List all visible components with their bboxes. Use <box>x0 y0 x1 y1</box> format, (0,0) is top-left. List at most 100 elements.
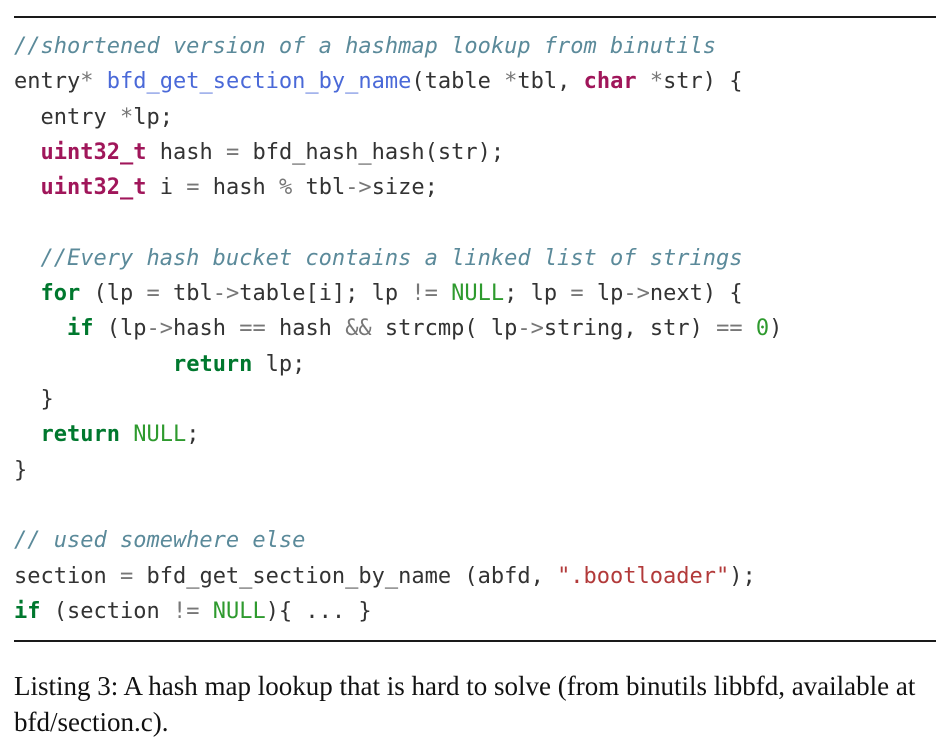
code-token-plain: section <box>14 563 120 589</box>
code-token-constant: NULL <box>133 422 187 448</box>
code-token-plain: lp <box>583 281 624 307</box>
code-token-operator: = <box>186 175 200 201</box>
code-token-keyword: return <box>40 422 120 448</box>
code-token-plain: tbl, <box>517 69 584 95</box>
code-token-plain: ); <box>729 563 756 589</box>
code-token-string: ".bootloader" <box>557 563 730 589</box>
code-token-operator: -> <box>623 281 650 307</box>
code-token-operator: == <box>239 316 266 342</box>
code-token-operator: == <box>716 316 743 342</box>
code-token-plain: lp; <box>133 104 173 130</box>
code-line: return lp; <box>14 350 305 380</box>
code-token-operator: -> <box>212 281 240 307</box>
code-token-plain: hash <box>146 139 226 165</box>
code-token-plain: str) { <box>663 69 743 95</box>
code-line: } <box>14 385 54 415</box>
code-line: //shortened version of a hashmap lookup … <box>14 32 716 62</box>
code-token-plain: hash <box>199 175 279 201</box>
code-token-operator: -> <box>146 316 173 342</box>
code-token-operator: != <box>411 281 438 307</box>
code-line: //Every hash bucket contains a linked li… <box>14 244 742 274</box>
code-token-plain: (section <box>40 598 173 624</box>
code-line: uint32_t hash = bfd_hash_hash(str); <box>14 138 505 168</box>
code-token-plain: strcmp( lp <box>371 316 518 342</box>
code-token-type: uint32_t <box>40 175 147 201</box>
code-token-operator: = <box>225 139 240 165</box>
code-token-plain: i <box>146 175 187 201</box>
code-token-plain: ; <box>186 422 200 448</box>
code-line: entry *lp; <box>14 103 173 133</box>
listing-caption: Listing 3: A hash map lookup that is har… <box>14 671 916 737</box>
code-token-plain: (lp <box>80 281 147 307</box>
code-token-keyword: if <box>66 316 94 342</box>
code-line: // used somewhere else <box>14 526 305 556</box>
code-token-plain: bfd_hash_hash(str); <box>239 139 505 165</box>
code-token-operator: % <box>278 175 293 201</box>
code-token-operator: * <box>119 104 134 130</box>
code-token-comment: //Every hash bucket contains a linked li… <box>14 245 743 271</box>
code-line: section = bfd_get_section_by_name (abfd,… <box>14 562 756 592</box>
code-token-plain: ){ ... } <box>265 598 372 624</box>
code-token-comment: //shortened version of a hashmap lookup … <box>14 34 716 59</box>
code-token-operator: * <box>80 69 94 95</box>
code-token-plain: entry <box>14 104 120 130</box>
code-token-plain: string, str) <box>543 316 717 342</box>
code-token-plain: hash <box>265 316 346 342</box>
code-token-plain: tbl <box>159 281 213 307</box>
code-token-plain: } <box>14 457 28 483</box>
code-token-operator: = <box>146 281 160 307</box>
code-token-plain: bfd_get_section_by_name (abfd, <box>133 563 558 589</box>
code-token-plain: next) { <box>649 281 743 307</box>
code-token-operator: * <box>504 69 518 95</box>
code-token-keyword: return <box>172 351 253 377</box>
code-line: return NULL; <box>14 420 200 450</box>
code-line: uint32_t i = hash % tbl->size; <box>14 173 438 203</box>
code-line: entry* bfd_get_section_by_name(table *tb… <box>14 67 743 97</box>
code-token-operator: = <box>119 563 134 589</box>
code-token-operator: -> <box>345 175 372 201</box>
code-token-plain: table[i]; lp <box>239 281 412 307</box>
code-token-plain: hash <box>172 316 240 342</box>
code-token-operator: * <box>649 69 664 95</box>
code-line: if (lp->hash == hash && strcmp( lp->stri… <box>14 314 782 344</box>
code-token-plain: ; lp <box>504 281 571 307</box>
code-token-plain: } <box>14 387 54 412</box>
code-token-operator: != <box>172 598 200 624</box>
code-token-constant: 0 <box>755 316 770 342</box>
listing-bottom-rule <box>14 640 936 642</box>
code-token-keyword: if <box>14 598 41 624</box>
code-token-constant: NULL <box>212 598 266 624</box>
code-token-func: bfd_get_section_by_name <box>106 69 412 95</box>
listing-top-rule <box>14 16 936 18</box>
code-token-plain: size; <box>371 175 438 201</box>
code-token-operator: -> <box>517 316 544 342</box>
code-token-plain: ) <box>769 316 783 342</box>
code-token-operator: = <box>570 281 584 307</box>
code-line: } <box>14 456 27 486</box>
code-token-comment: // used somewhere else <box>14 528 306 554</box>
code-token-plain: (lp <box>93 316 147 342</box>
code-token-plain: entry <box>14 69 81 95</box>
code-token-operator: && <box>345 316 372 342</box>
code-token-keyword: for <box>40 281 81 307</box>
code-token-plain: lp; <box>252 351 306 377</box>
code-token-plain: tbl <box>292 175 346 201</box>
code-token-type: uint32_t <box>40 139 147 165</box>
code-token-plain: (table <box>411 69 505 95</box>
code-line: if (section != NULL){ ... } <box>14 597 372 627</box>
code-token-type: char <box>583 69 637 95</box>
code-token-constant: NULL <box>451 281 505 307</box>
code-line: for (lp = tbl->table[i]; lp != NULL; lp … <box>14 279 743 309</box>
